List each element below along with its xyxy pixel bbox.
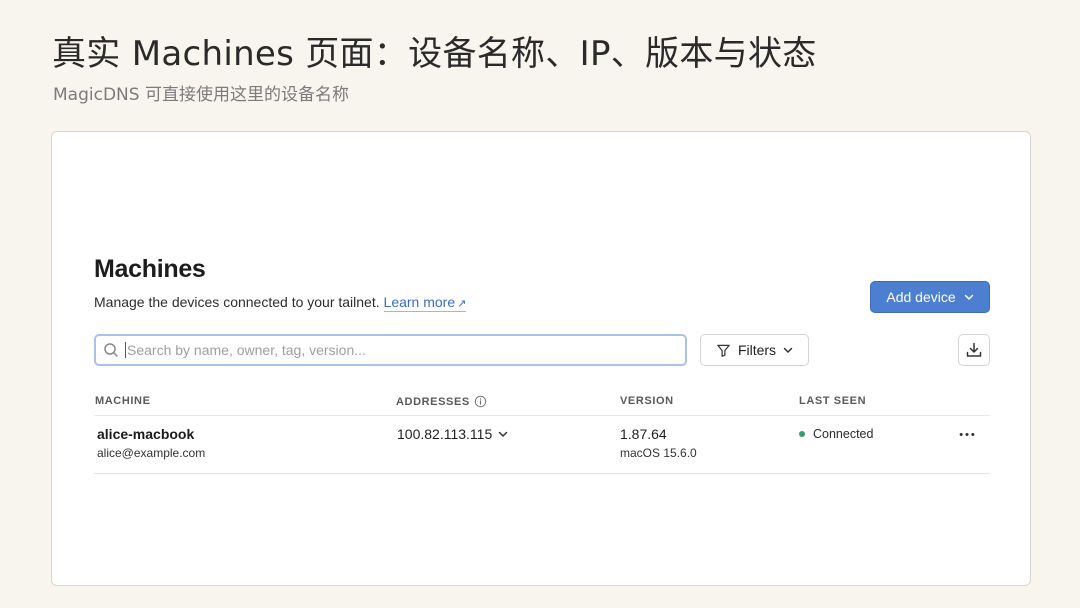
column-header-version: VERSION [620,395,674,407]
filters-label: Filters [737,342,777,358]
filters-button[interactable]: Filters [700,334,809,366]
row-more-button[interactable] [955,423,979,445]
download-button[interactable] [958,334,990,366]
add-device-button[interactable]: Add device [870,281,990,313]
external-link-icon: ↗ [457,298,467,310]
chevron-down-icon [964,294,973,300]
column-header-machine-label: MACHINE [95,395,151,407]
machine-address-dropdown[interactable]: 100.82.113.115 [397,426,508,442]
machine-address: 100.82.113.115 [397,426,493,442]
machine-owner: alice@example.com [97,446,206,460]
column-header-addresses-label: ADDRESSES [396,395,470,408]
machine-os: macOS 15.6.0 [620,446,697,460]
slide-title: 真实 Machines 页面：设备名称、IP、版本与状态 [52,34,817,74]
page-description: Manage the devices connected to your tai… [94,294,467,312]
status-dot [799,431,805,437]
info-icon[interactable] [474,395,487,408]
status-label: Connected [813,427,874,441]
column-header-last-seen-label: LAST SEEN [799,395,867,407]
filter-icon [717,344,730,357]
row-divider [94,473,990,474]
machine-name[interactable]: alice-macbook [97,426,194,442]
header-divider [94,415,990,416]
column-header-addresses: ADDRESSES [396,395,487,408]
machine-version: 1.87.64 [620,426,667,442]
page-title: Machines [94,255,206,283]
machines-panel: Machines Manage the devices connected to… [51,131,1031,586]
status-badge: Connected [799,427,873,441]
column-header-last-seen: LAST SEEN [799,395,866,407]
search-input[interactable] [127,342,685,358]
column-header-machine: MACHINE [95,395,151,407]
slide-subtitle: MagicDNS 可直接使用这里的设备名称 [53,85,349,105]
search-icon [103,342,119,358]
chevron-down-icon [499,431,508,437]
learn-more-link[interactable]: Learn more ↗ [383,294,467,312]
more-icon [959,432,975,436]
text-caret [125,342,126,358]
column-header-version-label: VERSION [620,395,674,407]
search-field[interactable] [94,334,687,366]
chevron-down-icon [783,347,793,353]
page-description-text: Manage the devices connected to your tai… [94,294,380,310]
add-device-label: Add device [886,289,956,305]
download-icon [966,342,982,357]
learn-more-label: Learn more [383,294,456,310]
